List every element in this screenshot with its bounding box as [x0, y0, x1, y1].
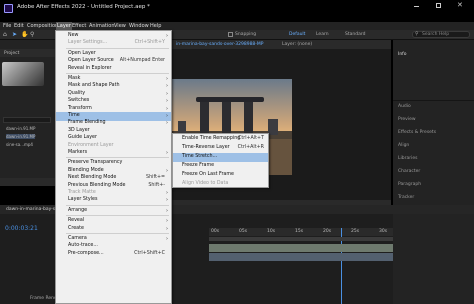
menu-help[interactable]: Help: [150, 23, 161, 29]
menu-separator: [66, 157, 169, 159]
align-panel-tab[interactable]: Align: [398, 143, 409, 148]
workspace-learn[interactable]: Learn: [316, 32, 329, 37]
submenu-item-enable-time-remapping[interactable]: Enable Time Remapping Ctrl+Alt+T: [173, 135, 268, 144]
composition-tab[interactable]: in-marina-bay-sands-over-3298988-MP: [176, 42, 264, 47]
title-bar: Adobe After Effects 2022 - Untitled Proj…: [0, 0, 474, 22]
work-area-bar[interactable]: [209, 237, 393, 241]
timeline-comp-tab[interactable]: dawn-in-marina-bay-sa: [6, 207, 58, 212]
menu-layer[interactable]: Layer: [56, 22, 72, 30]
search-help-label: Search Help: [422, 31, 450, 37]
submenu-item-label: Time-Reverse Layer: [182, 145, 230, 150]
paragraph-panel-tab[interactable]: Paragraph: [398, 182, 421, 187]
search-icon: ⚲: [415, 31, 419, 37]
project-panel-tab[interactable]: Project: [0, 49, 55, 57]
panel-divider: [393, 100, 474, 101]
ruler-tick: 00s: [211, 229, 220, 234]
submenu-item-align-video-to-data: Align Video to Data: [173, 180, 268, 189]
submenu-item-label: Freeze Frame: [182, 163, 215, 168]
ruler-tick: 30s: [379, 229, 388, 234]
tracker-panel-tab[interactable]: Tracker: [398, 195, 414, 200]
project-item[interactable]: sine-sa...mp4: [6, 142, 33, 147]
menu-separator: [66, 73, 169, 74]
menu-view[interactable]: View: [114, 23, 126, 29]
minimize-icon[interactable]: [414, 6, 419, 7]
layer-bar-1[interactable]: [209, 244, 393, 252]
project-search-bar[interactable]: [3, 117, 51, 123]
window-title: Adobe After Effects 2022 - Untitled Proj…: [17, 4, 150, 10]
submenu-item-shortcut: Ctrl+Alt+R: [237, 145, 264, 150]
ruler-tick: 20s: [323, 229, 332, 234]
ruler-tick: 15s: [295, 229, 304, 234]
audio-panel-tab[interactable]: Audio: [398, 104, 411, 109]
menu-effect[interactable]: Effect: [72, 23, 86, 29]
libraries-panel-tab[interactable]: Libraries: [398, 156, 417, 161]
close-icon[interactable]: ✕: [457, 1, 463, 9]
workspace-default[interactable]: Default: [289, 32, 305, 37]
menu-separator: [66, 233, 169, 234]
layer-menu-dropdown: New › Layer Settings... Ctrl+Shift+Y Open La…: [55, 30, 172, 304]
info-panel-tab[interactable]: Info: [398, 52, 407, 57]
menu-file[interactable]: File: [3, 23, 11, 29]
menu-bar: File Edit Composition Layer Effect Anima…: [0, 22, 474, 30]
app-icon: [4, 4, 13, 13]
menu-item-shortcut: Ctrl+Shift+C: [134, 250, 165, 256]
submenu-item-freeze-frame[interactable]: Freeze Frame: [173, 162, 268, 171]
home-icon[interactable]: ⌂: [3, 31, 7, 38]
submenu-item-shortcut: Ctrl+Alt+T: [238, 136, 264, 141]
layer-viewer-tab[interactable]: Layer: (none): [282, 42, 312, 47]
footage-thumbnail: [2, 62, 44, 86]
ruler-tick: 25s: [351, 229, 360, 234]
menu-window[interactable]: Window: [129, 23, 149, 29]
timecode-display[interactable]: 0:00:03:21: [5, 225, 38, 232]
menu-separator: [66, 215, 169, 217]
menu-animation[interactable]: Animation: [89, 23, 115, 29]
submenu-item-label: Enable Time Remapping: [182, 136, 241, 141]
submenu-item-freeze-on-last-frame[interactable]: Freeze On Last Frame: [173, 171, 268, 180]
project-item[interactable]: dawn-in.91.MP: [6, 134, 36, 139]
hand-tool-icon[interactable]: ✋: [21, 31, 28, 38]
snapping-checkbox[interactable]: [228, 32, 233, 37]
menu-composition[interactable]: Composition: [27, 23, 58, 29]
snapping-label: Snapping: [235, 31, 257, 37]
submenu-item-time-reverse-layer[interactable]: Time-Reverse Layer Ctrl+Alt+R: [173, 144, 268, 153]
ruler-tick: 10s: [267, 229, 276, 234]
menu-item-pre-compose[interactable]: Pre-compose... Ctrl+Shift+C: [56, 250, 171, 259]
effects-presets-panel-tab[interactable]: Effects & Presets: [398, 130, 436, 135]
menu-edit[interactable]: Edit: [14, 23, 24, 29]
time-submenu: Enable Time Remapping Ctrl+Alt+T Time-Reve…: [172, 133, 269, 188]
selection-tool-icon[interactable]: ➤: [12, 31, 17, 38]
project-item[interactable]: dawn-in.91.MP: [6, 126, 35, 131]
project-panel-title: Project: [4, 50, 20, 56]
ruler-tick: 05s: [239, 229, 248, 234]
menu-separator: [66, 47, 169, 49]
menu-separator: [66, 204, 169, 206]
composition-tab-bar: in-marina-bay-sands-over-3298988-MP Laye…: [172, 40, 391, 49]
preview-panel-tab[interactable]: Preview: [398, 117, 416, 122]
maximize-icon[interactable]: [436, 3, 441, 8]
menu-item-label: Pre-compose...: [68, 250, 104, 256]
character-panel-tab[interactable]: Character: [398, 169, 420, 174]
submenu-item-label: Freeze On Last Frame: [182, 172, 234, 177]
workspace-standard[interactable]: Standard: [345, 32, 365, 37]
submenu-item-label: Time Stretch...: [182, 154, 218, 159]
layer-bar-2[interactable]: [209, 253, 393, 261]
submenu-item-time-stretch[interactable]: Time Stretch...: [173, 153, 268, 162]
zoom-tool-icon[interactable]: ⚲: [30, 31, 34, 38]
submenu-item-label: Align Video to Data: [182, 181, 229, 186]
project-footer-bar: [0, 178, 55, 186]
